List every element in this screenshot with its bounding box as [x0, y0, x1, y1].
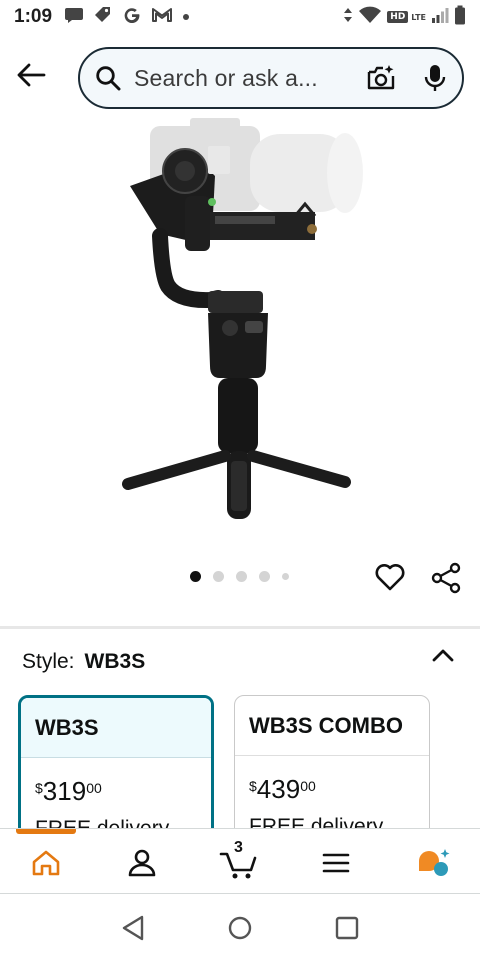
- search-header: Search or ask a...: [0, 40, 480, 112]
- option-name: WB3S COMBO: [235, 696, 429, 756]
- status-bar: 1:09 HD LTE: [0, 0, 480, 34]
- ai-assistant-icon: [419, 849, 450, 876]
- active-tab-indicator: [16, 829, 76, 834]
- system-recents-button[interactable]: [329, 910, 365, 946]
- data-arrows-icon: [343, 7, 353, 28]
- system-back-button[interactable]: [115, 910, 151, 946]
- carousel-dot[interactable]: [236, 571, 247, 582]
- style-heading: Style: WB3S: [22, 650, 145, 674]
- triangle-back-icon: [123, 915, 144, 940]
- option-name: WB3S: [21, 698, 211, 758]
- more-notifications-icon: [182, 8, 190, 26]
- option-price: $319 00: [35, 776, 102, 806]
- search-bar[interactable]: Search or ask a...: [78, 47, 464, 109]
- carousel-dot[interactable]: [282, 573, 289, 580]
- nav-cart[interactable]: 3: [218, 839, 258, 883]
- gmail-notification-icon: [151, 6, 173, 29]
- style-label: Style:: [22, 650, 75, 673]
- share-button[interactable]: [428, 560, 464, 596]
- person-icon: [128, 849, 156, 877]
- collapse-style-button[interactable]: [428, 642, 458, 668]
- microphone-icon[interactable]: [422, 63, 448, 93]
- search-icon: [94, 64, 122, 92]
- image-carousel-dots[interactable]: [190, 571, 289, 582]
- square-recents-icon: [335, 916, 358, 939]
- back-button[interactable]: [14, 58, 48, 92]
- carousel-dot[interactable]: [259, 571, 270, 582]
- signal-icon: [431, 7, 449, 28]
- style-selected-value: WB3S: [84, 650, 146, 673]
- chevron-up-icon: [432, 649, 454, 662]
- nav-menu[interactable]: [316, 843, 356, 883]
- battery-icon: [454, 5, 466, 30]
- google-notification-icon: [122, 5, 142, 30]
- carousel-dot[interactable]: [190, 571, 201, 582]
- system-status-icons: HD LTE: [343, 5, 466, 30]
- tag-notification-icon: [93, 5, 113, 30]
- chat-notification-icon: [64, 6, 84, 29]
- system-navigation-bar: [0, 895, 480, 960]
- heart-icon: [375, 564, 405, 591]
- bottom-navigation: 3: [0, 828, 480, 894]
- nav-account[interactable]: [122, 843, 162, 883]
- hd-badge: HD: [387, 11, 409, 23]
- section-divider: [0, 626, 480, 629]
- system-home-button[interactable]: [222, 910, 258, 946]
- hamburger-menu-icon: [322, 853, 350, 873]
- share-icon: [431, 562, 461, 594]
- search-input[interactable]: Search or ask a...: [134, 65, 360, 92]
- nav-rufus-assistant[interactable]: [414, 843, 454, 883]
- notification-icons: [64, 5, 190, 30]
- product-image[interactable]: [90, 116, 390, 526]
- circle-home-icon: [228, 916, 252, 939]
- option-price: $439 00: [249, 774, 316, 804]
- camera-lens-icon[interactable]: [366, 63, 396, 93]
- carousel-dot[interactable]: [213, 571, 224, 582]
- cart-count-badge: 3: [234, 839, 243, 856]
- nav-home[interactable]: [26, 843, 66, 883]
- home-icon: [32, 850, 60, 876]
- status-time: 1:09: [14, 6, 53, 27]
- network-type: LTE: [411, 12, 426, 22]
- wishlist-button[interactable]: [373, 560, 407, 594]
- back-arrow-icon: [17, 63, 46, 87]
- wifi-icon: [358, 6, 382, 29]
